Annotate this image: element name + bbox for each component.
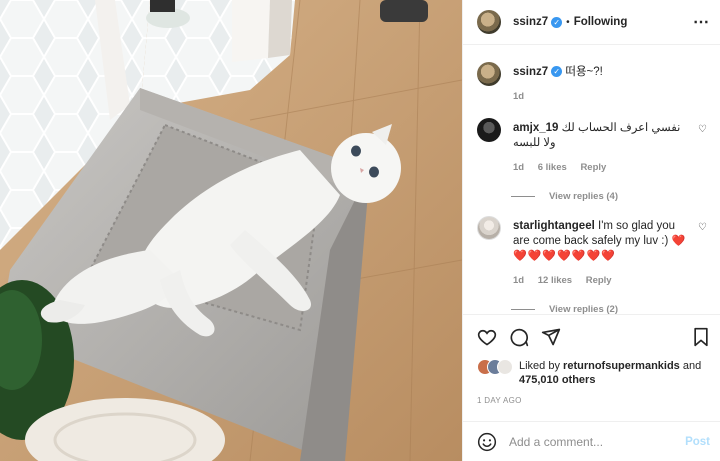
cat-on-storage-box-image [0, 0, 462, 461]
comment-age: 1d [513, 162, 525, 173]
caption-text: 떠용~?! [565, 66, 603, 78]
post-header: ssinz7 ✓ • Following ⋯ [463, 0, 720, 45]
post-timestamp[interactable]: 1 DAY AGO [477, 396, 710, 405]
bookmark-icon[interactable] [692, 327, 710, 347]
comment-like-heart-icon[interactable]: ♡ [698, 222, 710, 233]
liker-avatar [497, 359, 513, 375]
likes-others[interactable]: 475,010 others [519, 374, 595, 386]
comment-username[interactable]: amjx_19 [513, 122, 558, 134]
verified-badge-icon: ✓ [551, 66, 563, 78]
comment-username[interactable]: starlightangeel [513, 220, 595, 232]
commenter-avatar[interactable] [477, 118, 501, 142]
emoji-smiley-icon[interactable] [477, 432, 497, 452]
comment-likes[interactable]: 6 likes [538, 162, 567, 173]
comment-item: amjx_19 نفسي اعرف الحساب لك ولا للبسه 1d… [477, 118, 710, 175]
likes-summary: Liked by returnofsupermankids and 475,01… [477, 359, 710, 387]
post-actions: Liked by returnofsupermankids and 475,01… [463, 314, 720, 405]
view-replies-button[interactable]: View replies (2) [511, 304, 710, 314]
caption-age: 1d [513, 91, 525, 102]
liker-avatars[interactable] [477, 359, 513, 375]
caption-author-avatar[interactable] [477, 62, 501, 86]
comment-like-heart-icon[interactable]: ♡ [698, 124, 710, 135]
author-username[interactable]: ssinz7 [513, 16, 548, 28]
author-avatar[interactable] [477, 10, 501, 34]
post-photo[interactable] [0, 0, 462, 461]
add-comment-input[interactable] [509, 434, 686, 449]
likes-joiner: and [682, 360, 702, 372]
instagram-post-modal: ssinz7 ✓ • Following ⋯ ssinz7 ✓ 떠용~?! 1d … [0, 0, 720, 461]
commenter-avatar[interactable] [477, 216, 501, 240]
post-side-panel: ssinz7 ✓ • Following ⋯ ssinz7 ✓ 떠용~?! 1d … [462, 0, 720, 461]
reply-button[interactable]: Reply [580, 162, 606, 173]
caption-username[interactable]: ssinz7 [513, 66, 548, 78]
post-caption: ssinz7 ✓ 떠용~?! 1d [477, 62, 710, 104]
comment-likes[interactable]: 12 likes [538, 275, 572, 286]
share-icon[interactable] [541, 327, 561, 347]
following-button[interactable]: Following [574, 16, 628, 28]
reply-button[interactable]: Reply [586, 275, 612, 286]
post-comment-button[interactable]: Post [685, 436, 710, 448]
comment-age: 1d [513, 275, 525, 286]
verified-badge-icon: ✓ [551, 16, 563, 28]
heart-icon[interactable] [477, 327, 497, 347]
header-separator: • [566, 16, 570, 28]
comment-icon[interactable] [509, 327, 529, 347]
comment-item: starlightangeel I'm so glad you are come… [477, 216, 710, 288]
comments-section[interactable]: ssinz7 ✓ 떠용~?! 1d amjx_19 نفسي اعرف الحسا… [463, 45, 720, 314]
liked-by-label: Liked by [519, 360, 560, 372]
view-replies-button[interactable]: View replies (4) [511, 191, 710, 202]
liked-by-user[interactable]: returnofsupermankids [563, 360, 680, 372]
action-icons-row [477, 325, 710, 349]
add-comment-bar: Post [463, 421, 720, 461]
more-horizontal-icon[interactable]: ⋯ [693, 12, 710, 32]
